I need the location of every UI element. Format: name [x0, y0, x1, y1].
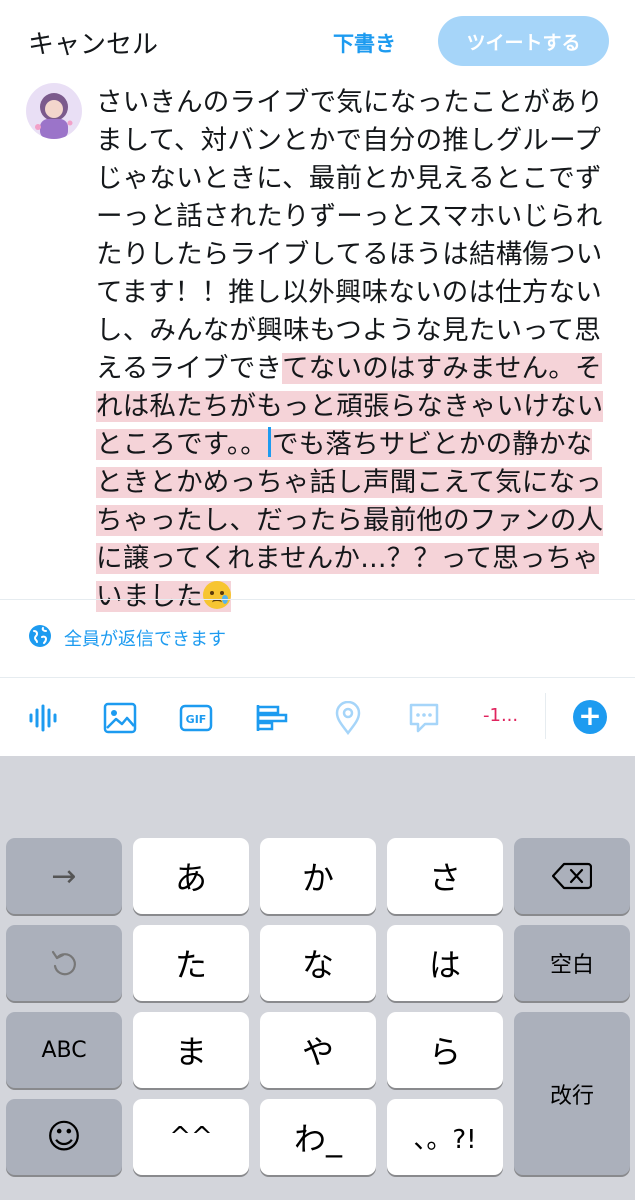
divider	[0, 599, 635, 600]
key-next-candidate[interactable]: →	[6, 838, 122, 914]
thread-icon[interactable]	[406, 700, 442, 736]
compose-header: キャンセル 下書き ツイートする	[0, 0, 635, 82]
text-cursor	[268, 427, 271, 457]
add-tweet-button[interactable]: +	[573, 700, 607, 734]
undo-key[interactable]	[6, 925, 122, 1001]
tweet-text-over-limit: てないのはすみません。それは私たちがもっと頑張らなきゃいけないところです。。 でも…	[96, 353, 604, 612]
emoji-key[interactable]: ☺	[6, 1099, 122, 1175]
key-a[interactable]: あ	[133, 838, 249, 914]
return-key[interactable]: 改行	[514, 1012, 630, 1175]
backspace-icon	[552, 862, 592, 890]
location-icon[interactable]	[330, 700, 366, 736]
tweet-text-plain: さいきんのライブで気になったことがありまして、対バンとかで自分の推しグループじゃ…	[96, 87, 604, 384]
reply-setting-label: 全員が返信できます	[64, 629, 226, 650]
tweet-button[interactable]: ツイートする	[438, 16, 609, 66]
gif-label: GIF	[186, 713, 207, 726]
backspace-key[interactable]	[514, 838, 630, 914]
abc-key[interactable]: ABC	[6, 1012, 122, 1088]
cancel-button[interactable]: キャンセル	[28, 24, 158, 61]
key-ma[interactable]: ま	[133, 1012, 249, 1088]
poll-icon[interactable]	[254, 700, 290, 736]
undo-icon	[51, 950, 76, 976]
key-kaomoji[interactable]: ^^	[133, 1099, 249, 1175]
key-ya[interactable]: や	[260, 1012, 376, 1088]
reply-setting[interactable]: 全員が返信できます	[28, 624, 226, 652]
key-sa[interactable]: さ	[387, 838, 503, 914]
compose-toolbar: GIF	[0, 678, 635, 756]
avatar	[26, 83, 82, 139]
face-holding-back-tears-icon	[202, 581, 231, 609]
key-ha[interactable]: は	[387, 925, 503, 1001]
drafts-button[interactable]: 下書き	[333, 28, 396, 58]
tweet-text-area[interactable]: さいきんのライブで気になったことがありまして、対バンとかで自分の推しグループじゃ…	[96, 84, 606, 616]
key-ka[interactable]: か	[260, 838, 376, 914]
globe-icon	[28, 624, 52, 652]
key-ra[interactable]: ら	[387, 1012, 503, 1088]
space-key[interactable]: 空白	[514, 925, 630, 1001]
toolbar-separator	[545, 693, 546, 739]
key-punctuation[interactable]: 、。?!	[387, 1099, 503, 1175]
image-icon[interactable]	[102, 700, 138, 736]
key-wa[interactable]: わ_	[260, 1099, 376, 1175]
audio-space-icon[interactable]	[26, 700, 62, 736]
key-na[interactable]: な	[260, 925, 376, 1001]
character-count: -1...	[483, 705, 519, 726]
key-ta[interactable]: た	[133, 925, 249, 1001]
gif-icon[interactable]: GIF	[178, 700, 214, 736]
